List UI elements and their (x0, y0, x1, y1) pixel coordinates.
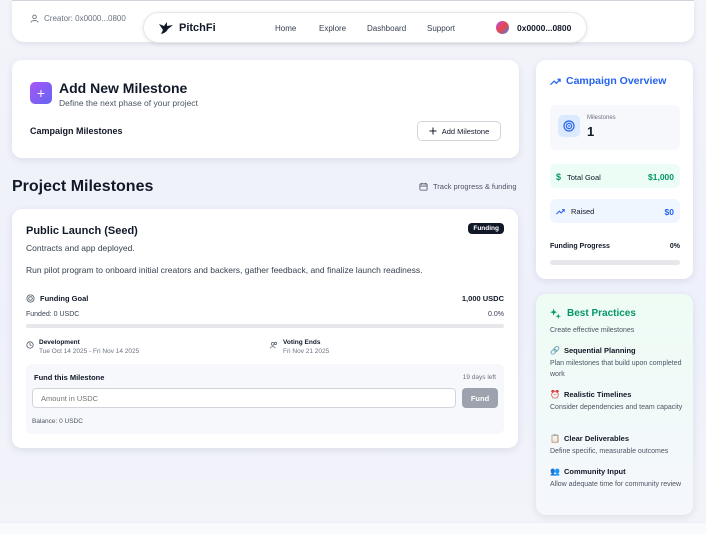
tip-desc: Allow adequate time for community review (550, 481, 682, 488)
plus-small-icon (429, 127, 437, 135)
amount-input[interactable] (32, 388, 456, 408)
funding-progress-label: Funding Progress (550, 243, 610, 250)
plus-icon: + (30, 82, 52, 104)
funded-amount: Funded: 0 USDC (26, 311, 80, 318)
tip-desc: Define specific, measurable outcomes (550, 448, 669, 455)
project-milestones-title: Project Milestones (12, 178, 154, 195)
total-goal-value: $1,000 (648, 172, 674, 182)
creator-address: Creator: 0x0000...0800 (44, 14, 126, 23)
add-milestone-title: Add New Milestone (59, 80, 188, 96)
trending-up-icon (556, 209, 565, 215)
add-milestone-button[interactable]: Add Milestone (417, 121, 501, 141)
bird-logo-icon (159, 22, 173, 34)
milestone-progress-bar (26, 324, 504, 328)
development-label: Development (39, 339, 80, 346)
nav-dashboard[interactable]: Dashboard (367, 24, 406, 33)
balance-text: Balance: 0 USDC (32, 418, 83, 425)
funding-progress-value: 0% (669, 243, 680, 250)
calendar-icon (419, 182, 428, 191)
milestone-card: Public Launch (Seed) Funding Contracts a… (12, 209, 518, 448)
milestone-summary: Contracts and app deployed. (26, 243, 135, 253)
nav-explore[interactable]: Explore (319, 24, 346, 33)
wallet-address: 0x0000...0800 (517, 22, 572, 33)
tip-title: Clear Deliverables (563, 434, 630, 443)
funding-goal-value: 1,000 USDC (461, 294, 504, 303)
add-milestone-card: + Add New Milestone Define the next phas… (12, 60, 519, 158)
campaign-overview-label: Campaign Overview (566, 75, 667, 87)
add-milestone-subtitle: Define the next phase of your project (59, 98, 198, 108)
link-icon: 🔗 (550, 346, 560, 355)
fund-milestone-panel: Fund this Milestone 19 days left Fund Ba… (26, 364, 504, 434)
tip-desc: Plan milestones that build upon complete… (550, 360, 682, 378)
brand-logo[interactable]: PitchFi (158, 21, 216, 35)
page-footer (0, 522, 706, 534)
funding-goal-label: Funding Goal (26, 294, 88, 303)
top-bar: Creator: 0x0000...0800 PitchFi Home Expl… (12, 0, 694, 43)
wallet-avatar (496, 21, 509, 34)
tip-title: Community Input (563, 467, 626, 476)
milestones-count: 1 (587, 124, 595, 139)
campaign-overview-card: Campaign Overview Milestones 1 $ Total G… (536, 60, 693, 279)
days-left: 19 days left (462, 374, 496, 381)
funding-progress-bar (550, 260, 680, 265)
sparkle-icon (550, 308, 561, 319)
voting-period: Voting Ends Fri Nov 21 2025 (270, 339, 329, 355)
total-goal-key: $ Total Goal (556, 172, 601, 182)
clock-icon (26, 341, 34, 349)
total-goal-label: Total Goal (567, 172, 601, 182)
track-progress: Track progress & funding (419, 182, 517, 191)
milestones-label: Milestones (587, 115, 616, 121)
best-practices-title: Best Practices (550, 308, 636, 319)
nav-bar: PitchFi Home Explore Dashboard Support 0… (143, 12, 587, 43)
target-icon (558, 115, 580, 137)
user-icon (30, 14, 39, 23)
tip-item: ⏰ Realistic Timelines Consider dependenci… (550, 390, 685, 413)
brand-name: PitchFi (179, 22, 216, 34)
alarm-icon: ⏰ (550, 390, 560, 399)
wallet-button[interactable]: 0x0000...0800 (496, 21, 571, 34)
funded-percent: 0.0% (488, 311, 504, 318)
raised-value: $0 (664, 207, 674, 217)
voting-label: Voting Ends (283, 339, 321, 346)
funding-goal-text: Funding Goal (40, 294, 89, 303)
nav-support[interactable]: Support (427, 24, 455, 33)
trending-up-icon (550, 78, 561, 85)
raised-row: Raised $0 (550, 199, 680, 223)
nav-home[interactable]: Home (275, 24, 296, 33)
dollar-icon: $ (556, 172, 562, 182)
best-practices-subtitle: Create effective milestones (550, 327, 635, 334)
voting-date: Fri Nov 21 2025 (283, 348, 330, 355)
milestone-description: Run pilot program to onboard initial cre… (26, 265, 423, 275)
best-practices-card: Best Practices Create effective mileston… (536, 294, 693, 515)
tip-item: 📋 Clear Deliverables Define specific, mea… (550, 434, 685, 457)
fund-milestone-title: Fund this Milestone (34, 373, 105, 382)
development-period: Development Tue Oct 14 2025 - Fri Nov 14… (26, 339, 139, 355)
creator-info: Creator: 0x0000...0800 (30, 14, 126, 23)
development-dates: Tue Oct 14 2025 - Fri Nov 14 2025 (39, 348, 140, 355)
add-milestone-button-label: Add Milestone (441, 126, 490, 136)
track-progress-label: Track progress & funding (433, 182, 517, 191)
tip-title: Realistic Timelines (563, 390, 632, 399)
users-icon (270, 341, 278, 349)
campaign-overview-title: Campaign Overview (550, 75, 666, 87)
people-icon: 👥 (550, 467, 560, 476)
clipboard-icon: 📋 (550, 434, 560, 443)
milestones-stat: Milestones 1 (550, 105, 680, 150)
best-practices-label: Best Practices (567, 308, 636, 319)
status-badge: Funding (468, 223, 504, 234)
tip-item: 🔗 Sequential Planning Plan milestones tha… (550, 346, 685, 380)
fund-button[interactable]: Fund (462, 388, 498, 408)
total-goal-row: $ Total Goal $1,000 (550, 164, 680, 188)
tip-item: 👥 Community Input Allow adequate time for… (550, 467, 685, 490)
campaign-milestones-label: Campaign Milestones (30, 126, 123, 136)
raised-key: Raised (556, 207, 594, 216)
tip-title: Sequential Planning (563, 346, 636, 355)
target-icon (26, 294, 35, 303)
raised-label: Raised (571, 207, 595, 216)
tip-desc: Consider dependencies and team capacity (550, 404, 683, 411)
milestone-title: Public Launch (Seed) (26, 225, 138, 237)
